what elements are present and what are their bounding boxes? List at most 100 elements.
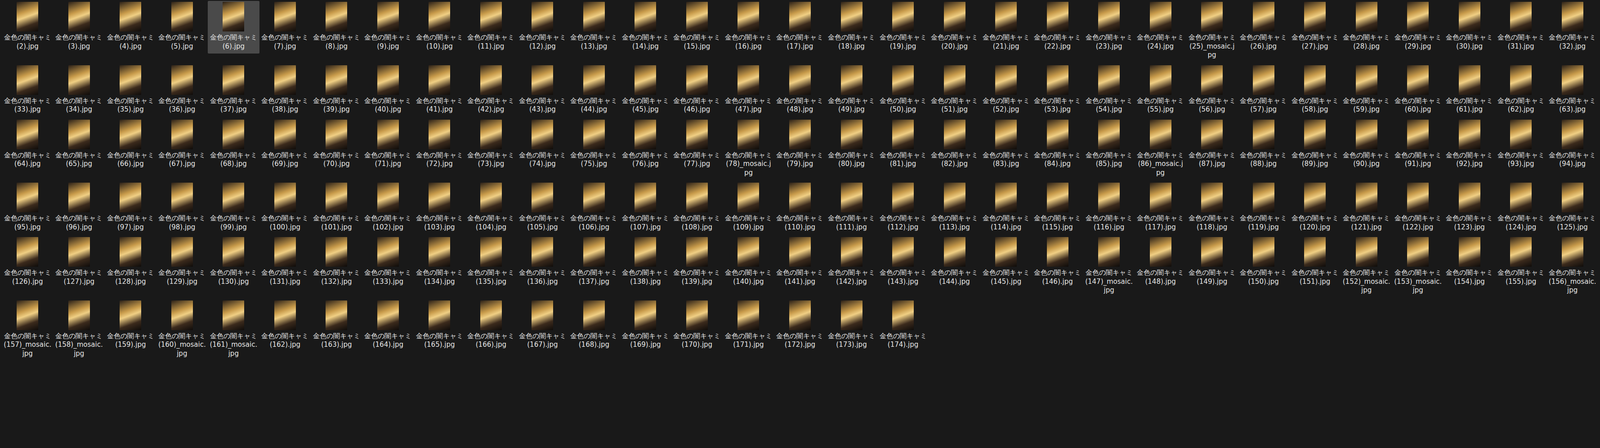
file-tile[interactable]: 金色の闇キャミ (64).jpg [1, 118, 54, 172]
file-tile[interactable]: 金色の闇キャミ (166).jpg [465, 299, 518, 353]
file-tile[interactable]: 金色の闇キャミ (34).jpg [53, 64, 106, 117]
file-tile[interactable]: 金色の闇キャミ (17).jpg [774, 0, 827, 54]
file-tile[interactable]: 金色の闇キャミ (5).jpg [156, 0, 209, 54]
file-tile[interactable]: 金色の闇キャミ (95).jpg [1, 181, 54, 235]
file-tile[interactable]: 金色の闇キャミ (24).jpg [1134, 0, 1187, 54]
file-tile[interactable]: 金色の闇キャミ (80).jpg [825, 118, 878, 172]
file-tile[interactable]: 金色の闇キャミ (148).jpg [1134, 236, 1187, 289]
file-tile[interactable]: 金色の闇キャミ (103).jpg [413, 181, 466, 235]
file-tile[interactable]: 金色の闇キャミ (172).jpg [774, 299, 827, 353]
file-tile[interactable]: 金色の闇キャミ (134).jpg [413, 236, 466, 289]
file-tile[interactable]: 金色の闇キャミ (88).jpg [1237, 118, 1290, 172]
file-tile[interactable]: 金色の闇キャミ (90).jpg [1340, 118, 1393, 172]
file-tile[interactable]: 金色の闇キャミ (36).jpg [156, 64, 209, 117]
file-tile[interactable]: 金色の闇キャミ (121).jpg [1340, 181, 1393, 235]
file-tile[interactable]: 金色の闇キャミ (91).jpg [1392, 118, 1444, 172]
file-tile[interactable]: 金色の闇キャミ (92).jpg [1443, 118, 1496, 172]
file-tile[interactable]: 金色の闇キャミ (72).jpg [413, 118, 466, 172]
file-tile[interactable]: 金色の闇キャミ (106).jpg [568, 181, 621, 235]
file-tile[interactable]: 金色の闇キャミ (158)_mosaic.jpg [53, 299, 106, 362]
file-tile[interactable]: 金色の闇キャミ (140).jpg [722, 236, 775, 289]
file-tile[interactable]: 金色の闇キャミ (77).jpg [671, 118, 724, 172]
file-tile[interactable]: 金色の闇キャミ (139).jpg [671, 236, 724, 289]
file-tile[interactable]: 金色の闇キャミ (156)_mosaic.jpg [1546, 236, 1599, 298]
file-tile[interactable]: 金色の闇キャミ (62).jpg [1495, 64, 1547, 117]
file-tile[interactable]: 金色の闇キャミ (4).jpg [104, 0, 157, 54]
file-tile[interactable]: 金色の闇キャミ (60).jpg [1392, 64, 1444, 117]
file-tile[interactable]: 金色の闇キャミ (25)_mosaic.jpg [1186, 0, 1238, 63]
file-tile[interactable]: 金色の闇キャミ (110).jpg [774, 181, 827, 235]
file-tile[interactable]: 金色の闇キャミ (41).jpg [413, 64, 466, 117]
file-tile[interactable]: 金色の闇キャミ (151).jpg [1289, 236, 1341, 289]
file-tile[interactable]: 金色の闇キャミ (125).jpg [1546, 181, 1599, 235]
file-tile[interactable]: 金色の闇キャミ (105).jpg [516, 181, 569, 235]
file-tile[interactable]: 金色の闇キャミ (2).jpg [1, 0, 54, 54]
file-tile[interactable]: 金色の闇キャミ (159).jpg [104, 299, 157, 353]
file-tile[interactable]: 金色の闇キャミ (3).jpg [53, 0, 106, 54]
file-tile[interactable]: 金色の闇キャミ (165).jpg [413, 299, 466, 353]
file-tile[interactable]: 金色の闇キャミ (138).jpg [619, 236, 672, 289]
file-tile[interactable]: 金色の闇キャミ (93).jpg [1495, 118, 1547, 172]
file-tile[interactable]: 金色の闇キャミ (141).jpg [774, 236, 827, 289]
file-tile[interactable]: 金色の闇キャミ (136).jpg [516, 236, 569, 289]
file-tile[interactable]: 金色の闇キャミ (116).jpg [1083, 181, 1136, 235]
file-tile[interactable]: 金色の闇キャミ (126).jpg [1, 236, 54, 289]
file-tile[interactable]: 金色の闇キャミ (48).jpg [774, 64, 827, 117]
file-tile[interactable]: 金色の闇キャミ (71).jpg [362, 118, 415, 172]
file-tile[interactable]: 金色の闇キャミ (85).jpg [1083, 118, 1136, 172]
file-tile[interactable]: 金色の闇キャミ (143).jpg [877, 236, 930, 289]
file-tile[interactable]: 金色の闇キャミ (66).jpg [104, 118, 157, 172]
file-tile[interactable]: 金色の闇キャミ (84).jpg [1031, 118, 1084, 172]
file-tile[interactable]: 金色の闇キャミ (87).jpg [1186, 118, 1238, 172]
file-tile[interactable]: 金色の闇キャミ (162).jpg [259, 299, 312, 353]
file-tile[interactable]: 金色の闇キャミ (65).jpg [53, 118, 106, 172]
file-tile[interactable]: 金色の闇キャミ (29).jpg [1392, 0, 1444, 54]
file-tile[interactable]: 金色の闇キャミ (13).jpg [568, 0, 621, 54]
file-tile[interactable]: 金色の闇キャミ (114).jpg [980, 181, 1033, 235]
file-tile[interactable]: 金色の闇キャミ (133).jpg [362, 236, 415, 289]
file-tile[interactable]: 金色の闇キャミ (127).jpg [53, 236, 106, 289]
file-tile[interactable]: 金色の闇キャミ (58).jpg [1289, 64, 1341, 117]
file-tile[interactable]: 金色の闇キャミ (35).jpg [104, 64, 157, 117]
file-tile[interactable]: 金色の闇キャミ (94).jpg [1546, 118, 1599, 172]
file-tile[interactable]: 金色の闇キャミ (33).jpg [1, 64, 54, 117]
file-tile[interactable]: 金色の闇キャミ (107).jpg [619, 181, 672, 235]
file-tile[interactable]: 金色の闇キャミ (155).jpg [1495, 236, 1547, 289]
file-tile[interactable]: 金色の闇キャミ (135).jpg [465, 236, 518, 289]
file-tile[interactable]: 金色の闇キャミ (70).jpg [310, 118, 363, 172]
file-tile[interactable]: 金色の闇キャミ (16).jpg [722, 0, 775, 54]
file-tile[interactable]: 金色の闇キャミ (168).jpg [568, 299, 621, 353]
file-tile[interactable]: 金色の闇キャミ (120).jpg [1289, 181, 1341, 235]
file-tile[interactable]: 金色の闇キャミ (152)_mosaic.jpg [1340, 236, 1393, 298]
file-tile[interactable]: 金色の闇キャミ (145).jpg [980, 236, 1033, 289]
file-tile[interactable]: 金色の闇キャミ (56).jpg [1186, 64, 1238, 117]
file-tile[interactable]: 金色の闇キャミ (149).jpg [1186, 236, 1238, 289]
file-tile[interactable]: 金色の闇キャミ (109).jpg [722, 181, 775, 235]
file-tile[interactable]: 金色の闇キャミ (81).jpg [877, 118, 930, 172]
file-tile[interactable]: 金色の闇キャミ (63).jpg [1546, 64, 1599, 117]
file-tile[interactable]: 金色の闇キャミ (86)_mosaic.jpg [1134, 118, 1187, 181]
file-tile[interactable]: 金色の闇キャミ (76).jpg [619, 118, 672, 172]
file-tile[interactable]: 金色の闇キャミ (45).jpg [619, 64, 672, 117]
file-tile[interactable]: 金色の闇キャミ (163).jpg [310, 299, 363, 353]
file-tile[interactable]: 金色の闇キャミ (142).jpg [825, 236, 878, 289]
file-tile[interactable]: 金色の闇キャミ (49).jpg [825, 64, 878, 117]
file-tile[interactable]: 金色の闇キャミ (51).jpg [928, 64, 981, 117]
file-tile[interactable]: 金色の闇キャミ (108).jpg [671, 181, 724, 235]
file-tile[interactable]: 金色の闇キャミ (170).jpg [671, 299, 724, 353]
file-tile[interactable]: 金色の闇キャミ (28).jpg [1340, 0, 1393, 54]
file-tile[interactable]: 金色の闇キャミ (144).jpg [928, 236, 981, 289]
file-tile[interactable]: 金色の闇キャミ (27).jpg [1289, 0, 1341, 54]
file-tile[interactable]: 金色の闇キャミ (79).jpg [774, 118, 827, 172]
file-tile[interactable]: 金色の闇キャミ (164).jpg [362, 299, 415, 353]
file-tile[interactable]: 金色の闇キャミ (53).jpg [1031, 64, 1084, 117]
file-tile[interactable]: 金色の闇キャミ (39).jpg [310, 64, 363, 117]
file-tile[interactable]: 金色の闇キャミ (19).jpg [877, 0, 930, 54]
file-tile[interactable]: 金色の闇キャミ (104).jpg [465, 181, 518, 235]
file-tile[interactable]: 金色の闇キャミ (146).jpg [1031, 236, 1084, 289]
file-tile[interactable]: 金色の闇キャミ (8).jpg [310, 0, 363, 54]
file-tile[interactable]: 金色の闇キャミ (99).jpg [207, 181, 260, 235]
file-tile[interactable]: 金色の闇キャミ (115).jpg [1031, 181, 1084, 235]
file-tile[interactable]: 金色の闇キャミ (23).jpg [1083, 0, 1136, 54]
file-tile[interactable]: 金色の闇キャミ (130).jpg [207, 236, 260, 289]
